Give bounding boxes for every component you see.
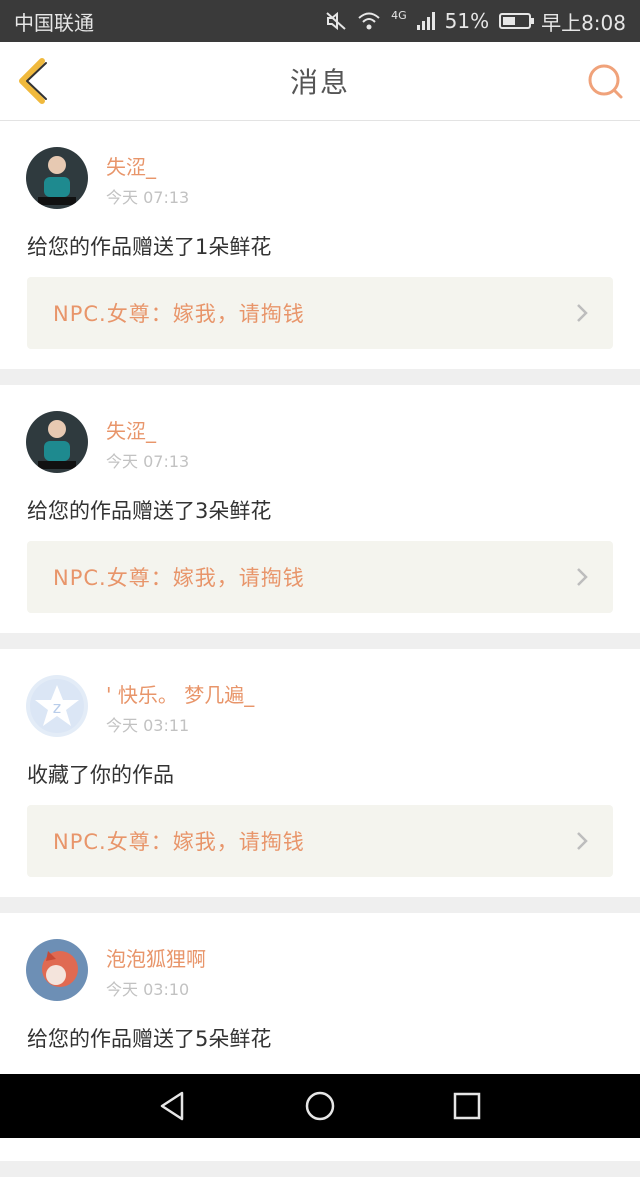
message-text: 给您的作品赠送了5朵鲜花: [27, 1027, 272, 1051]
back-arrow-icon[interactable]: [14, 57, 54, 105]
chevron-right-icon: [577, 568, 588, 586]
message-item[interactable]: 失涩_ 今天 07:13 给您的作品赠送了1朵鲜花 NPC.女尊：嫁我，请掏钱: [0, 121, 640, 369]
home-circle-icon[interactable]: [303, 1089, 337, 1123]
network-type: 4G: [391, 8, 407, 22]
message-text: 给您的作品赠送了1朵鲜花: [27, 235, 272, 259]
avatar[interactable]: [26, 411, 88, 473]
work-link[interactable]: NPC.女尊：嫁我，请掏钱: [27, 541, 613, 613]
work-link[interactable]: NPC.女尊：嫁我，请掏钱: [27, 277, 613, 349]
avatar[interactable]: z: [26, 675, 88, 737]
chevron-right-icon: [577, 304, 588, 322]
battery-icon: [499, 13, 535, 29]
message-item[interactable]: z ' 快乐。 梦几遍_ 今天 03:11 收藏了你的作品 NPC.女尊：嫁我，…: [0, 649, 640, 897]
username[interactable]: 泡泡狐狸啊: [106, 943, 206, 972]
message-time: 今天 03:11: [106, 716, 190, 735]
page-title: 消息: [289, 66, 350, 99]
mute-icon: [326, 11, 346, 31]
recents-square-icon[interactable]: [450, 1089, 484, 1123]
avatar[interactable]: [26, 939, 88, 1001]
wifi-icon: [358, 12, 380, 30]
message-item[interactable]: 失涩_ 今天 07:13 给您的作品赠送了3朵鲜花 NPC.女尊：嫁我，请掏钱: [0, 385, 640, 633]
username[interactable]: ' 快乐。 梦几遍_: [106, 679, 254, 708]
work-title: NPC.女尊：嫁我，请掏钱: [53, 830, 305, 854]
carrier-label: 中国联通: [14, 10, 94, 35]
svg-text:z: z: [53, 698, 61, 717]
message-time: 今天 03:10: [106, 980, 190, 999]
status-icons: 4G 51% 早上8:08: [325, 7, 626, 36]
chevron-right-icon: [577, 832, 588, 850]
back-triangle-icon[interactable]: [156, 1089, 190, 1123]
work-title: NPC.女尊：嫁我，请掏钱: [53, 566, 305, 590]
message-text: 收藏了你的作品: [27, 763, 174, 787]
message-text: 给您的作品赠送了3朵鲜花: [27, 499, 272, 523]
signal-icon: [416, 12, 435, 30]
message-time: 今天 07:13: [106, 452, 190, 471]
username[interactable]: 失涩_: [106, 415, 156, 444]
username[interactable]: 失涩_: [106, 151, 156, 180]
message-list: 失涩_ 今天 07:13 给您的作品赠送了1朵鲜花 NPC.女尊：嫁我，请掏钱 …: [0, 121, 640, 1177]
app-header: 消息: [0, 42, 640, 121]
battery-percent: 51%: [444, 9, 490, 33]
work-link[interactable]: NPC.女尊：嫁我，请掏钱: [27, 805, 613, 877]
status-bar: 中国联通 4G 51% 早上8:08: [0, 0, 640, 42]
avatar[interactable]: [26, 147, 88, 209]
work-title: NPC.女尊：嫁我，请掏钱: [53, 302, 305, 326]
system-nav-bar: [0, 1074, 640, 1138]
search-icon[interactable]: [586, 62, 624, 100]
clock: 早上8:08: [541, 10, 626, 35]
message-time: 今天 07:13: [106, 188, 190, 207]
